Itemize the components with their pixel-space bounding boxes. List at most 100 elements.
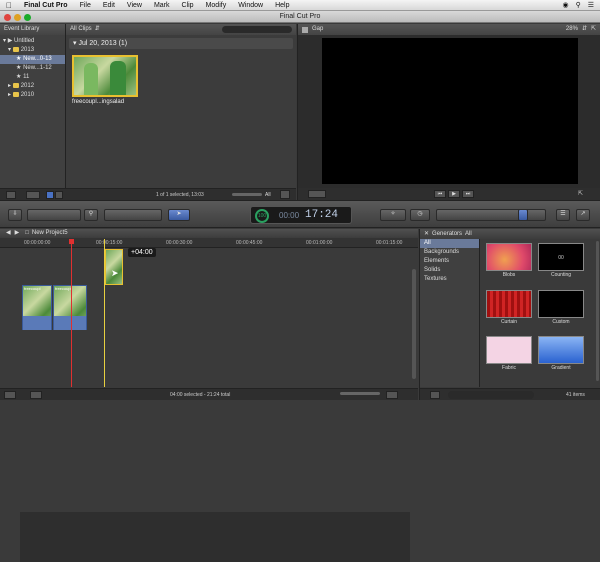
close-window-icon[interactable] [4, 14, 11, 21]
disclosure-right-icon[interactable]: ▸ [8, 83, 11, 89]
generator-custom[interactable] [538, 290, 584, 318]
forward-arrow-icon[interactable]: ▶ [15, 229, 20, 238]
share-icon[interactable]: ↗ [576, 209, 590, 221]
keyword-key-icon[interactable]: ⚲ [84, 209, 98, 221]
menu-modify[interactable]: Modify [200, 2, 233, 9]
inspector-icon[interactable]: ☰ [556, 209, 570, 221]
tree-item-label: 11 [23, 74, 30, 80]
timeline-clip[interactable]: freecoupl [22, 285, 52, 330]
menu-help[interactable]: Help [269, 2, 295, 9]
background-tasks-indicator[interactable]: 100 [255, 209, 269, 223]
list-icon[interactable]: ☰ [588, 1, 594, 9]
menu-clip[interactable]: Clip [176, 2, 200, 9]
clip-appearance-button[interactable] [280, 190, 290, 199]
clip-appearance-button[interactable] [386, 391, 398, 399]
hide-library-button[interactable] [6, 191, 16, 199]
tree-item-2010[interactable]: ▸ 2010 [0, 91, 65, 100]
timeline-header: ◀ ▶ □ New Project5 [0, 229, 418, 238]
hide-categories-button[interactable] [430, 391, 440, 399]
back-arrow-icon[interactable]: ◀ [6, 229, 11, 238]
viewer-canvas[interactable] [322, 38, 578, 184]
zoom-window-icon[interactable] [24, 14, 31, 21]
timeline-clip[interactable]: freecoupl [53, 285, 87, 330]
disclosure-down-icon[interactable]: ▾ [8, 47, 11, 53]
disclosure-right-icon[interactable]: ▸ [8, 92, 11, 98]
filmstrip-view-button[interactable] [46, 191, 54, 199]
tree-item-event-1[interactable]: ★ New...0-13 [0, 55, 65, 64]
generator-blobs[interactable] [486, 243, 532, 271]
list-view-button[interactable] [55, 191, 63, 199]
next-frame-icon[interactable]: ⏭ [462, 190, 474, 198]
edit-mode-buttons[interactable] [104, 209, 162, 221]
media-browser-buttons[interactable] [436, 209, 546, 221]
enhancements-icon[interactable]: ✧ [380, 209, 406, 221]
dragged-clip[interactable] [105, 249, 123, 285]
zoom-chevron-icon[interactable]: ⇵ [582, 24, 587, 35]
tree-item-untitled[interactable]: ▾ ▶ Untitled [0, 37, 65, 46]
dashboard-timecode[interactable]: 100 00:00 17:24 [250, 206, 352, 224]
category-backgrounds[interactable]: Backgrounds [420, 248, 479, 257]
disclosure-down-icon[interactable]: ▾ [3, 38, 6, 44]
app-menu[interactable]: Final Cut Pro [18, 2, 74, 9]
select-tool-icon[interactable]: ➤ [168, 209, 190, 221]
generator-label: Custom [552, 319, 570, 325]
category-all[interactable]: All [420, 239, 479, 248]
import-media-icon[interactable]: ⇩ [8, 209, 22, 221]
tree-item-2012[interactable]: ▸ 2012 [0, 82, 65, 91]
menu-mark[interactable]: Mark [148, 2, 176, 9]
playhead-handle[interactable] [69, 239, 74, 244]
generators-button[interactable] [518, 209, 528, 221]
tree-item-2013[interactable]: ▾ 2013 [0, 46, 65, 55]
event-star-icon: ★ [16, 56, 22, 62]
spotlight-icon[interactable]: ⚲ [576, 1, 581, 9]
viewer-footer: ⏮ ▶ ⏭ ⇱ [298, 188, 600, 200]
generator-curtain[interactable] [486, 290, 532, 318]
skimmer-line [104, 239, 105, 387]
clip-filter-menu[interactable]: All Clips [70, 24, 92, 35]
fullscreen-icon[interactable]: ⇱ [591, 24, 596, 35]
playhead[interactable] [71, 239, 72, 387]
timeline-ruler[interactable]: 00:00:00:00 00:00:15:00 00:00:30:00 00:0… [0, 238, 418, 248]
close-icon[interactable]: ✕ [424, 229, 429, 239]
timeline-zoom-slider[interactable] [340, 392, 380, 395]
clip-size-slider[interactable] [232, 193, 262, 196]
mac-menu-bar:  Final Cut Pro File Edit View Mark Clip… [0, 0, 600, 11]
generator-fabric[interactable] [486, 336, 532, 364]
generators-filter[interactable]: All [465, 229, 472, 239]
category-elements[interactable]: Elements [420, 257, 479, 266]
fullscreen-play-icon[interactable]: ⇱ [578, 190, 588, 198]
menu-edit[interactable]: Edit [97, 2, 121, 9]
folder-icon [12, 46, 19, 52]
minimize-window-icon[interactable] [14, 14, 21, 21]
retime-icon[interactable]: ◷ [410, 209, 430, 221]
timeline-history-button[interactable] [30, 391, 42, 399]
date-group-header[interactable]: ▾ Jul 20, 2013 (1) [69, 38, 293, 49]
apple-menu-icon[interactable]:  [0, 1, 18, 10]
chevron-updown-icon[interactable]: ⇵ [95, 24, 100, 35]
browser-search-field[interactable] [222, 26, 292, 33]
generators-search-field[interactable] [448, 391, 534, 399]
previous-frame-icon[interactable]: ⏮ [434, 190, 446, 198]
date-group-label: Jul 20, 2013 [78, 40, 117, 47]
timeline-index-button[interactable] [4, 391, 16, 399]
category-solids[interactable]: Solids [420, 266, 479, 275]
category-textures[interactable]: Textures [420, 275, 479, 284]
tree-item-event-2[interactable]: ★ New...1-12 [0, 64, 65, 73]
timeline-scrollbar[interactable] [412, 269, 416, 379]
menu-window[interactable]: Window [232, 2, 269, 9]
action-gear-icon[interactable] [26, 191, 40, 199]
viewer-header: Gap 28% ⇵ ⇱ [298, 24, 600, 35]
menu-view[interactable]: View [121, 2, 148, 9]
play-icon[interactable]: ▶ [448, 190, 460, 198]
clip-thumbnail[interactable] [72, 55, 138, 97]
generators-scrollbar[interactable] [596, 241, 599, 381]
disclosure-down-icon[interactable]: ▾ [73, 40, 77, 47]
tree-item-event-3[interactable]: ★ 11 [0, 73, 65, 82]
wifi-icon[interactable]: ◉ [562, 1, 568, 9]
menu-file[interactable]: File [74, 2, 97, 9]
generator-gradient[interactable] [538, 336, 584, 364]
keyword-rating-buttons[interactable] [27, 209, 81, 221]
viewer-options-button[interactable] [308, 190, 326, 198]
zoom-level[interactable]: 28% [566, 24, 578, 35]
generator-counting[interactable]: 00 [538, 243, 584, 271]
